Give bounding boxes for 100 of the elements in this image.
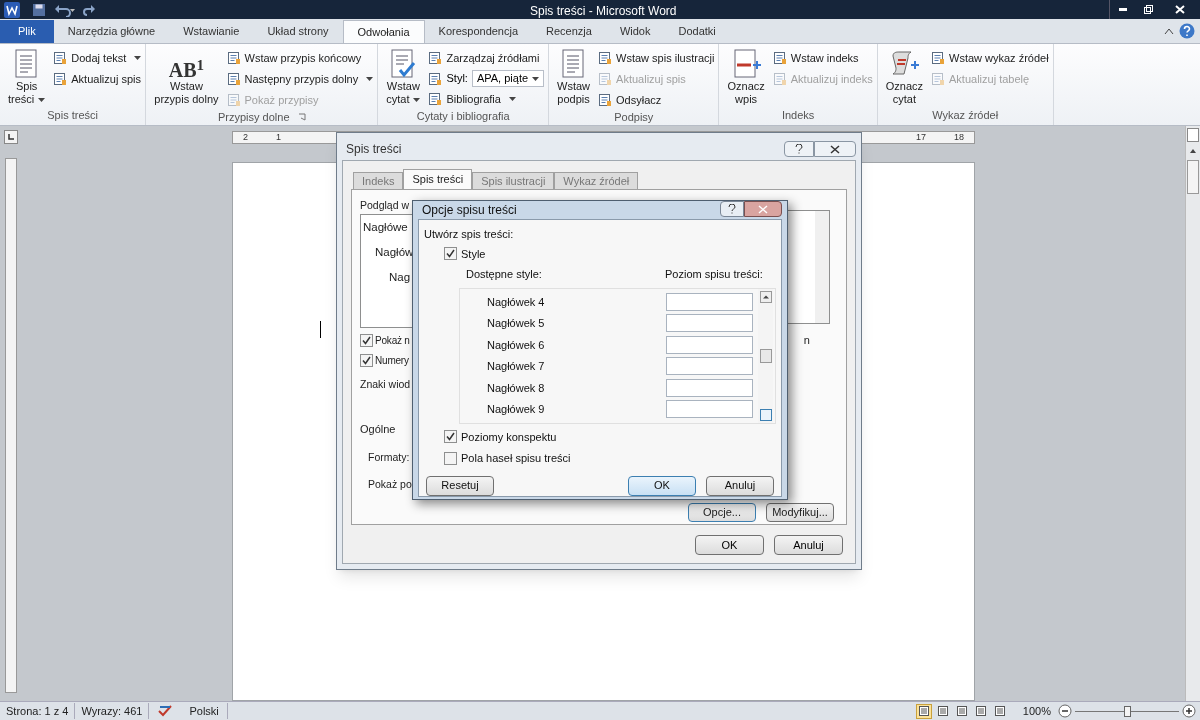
word-count[interactable]: Wyrazy: 461 <box>75 702 150 720</box>
level-field[interactable] <box>666 357 753 376</box>
redo-icon[interactable] <box>82 2 96 17</box>
ribbon-button[interactable]: Następny przypis dolny <box>226 70 374 88</box>
zoom-slider[interactable] <box>1075 705 1179 717</box>
help-button[interactable] <box>784 141 814 157</box>
ribbon-button[interactable]: Aktualizuj spis <box>53 70 142 88</box>
ribbon-button[interactable]: Wstaw indeks <box>772 49 873 67</box>
scroll-down-icon[interactable] <box>759 408 772 421</box>
ribbon-button[interactable]: Zarządzaj źródłami <box>428 49 545 67</box>
ribbon-large-button[interactable]: AB$^{1}$ Wstaw przypis dolny <box>150 48 223 109</box>
footnote-icon: AB$^{1}$ <box>168 48 205 80</box>
tab-stop-icon[interactable] <box>4 130 18 144</box>
option-label: n <box>803 332 810 348</box>
style-name: Nagłówek 8 <box>486 380 546 396</box>
checkbox[interactable] <box>360 354 373 368</box>
dialog-button[interactable]: Resetuj <box>426 475 494 496</box>
ribbon-button[interactable]: Wstaw spis ilustracji <box>598 49 715 67</box>
language[interactable]: Polski <box>181 702 228 720</box>
field-label: Formaty: <box>368 449 410 465</box>
scrollbar[interactable] <box>815 211 829 323</box>
section-label: Utwórz spis treści: <box>424 227 515 242</box>
ribbon-tab[interactable]: Narzędzia główne <box>53 20 170 43</box>
help-icon[interactable] <box>1179 23 1195 39</box>
ribbon-button[interactable]: Odsyłacz <box>598 91 715 109</box>
section-label: Ogólne <box>360 422 396 437</box>
ribbon-button[interactable]: Bibliografia <box>428 90 545 108</box>
dialog-launcher-icon[interactable] <box>297 113 306 121</box>
style-name: Nagłówek 7 <box>486 359 546 374</box>
document-icon <box>226 93 241 107</box>
ribbon-button[interactable]: Wstaw przypis końcowy <box>226 49 374 67</box>
ribbon-tab[interactable]: Odwołania <box>342 20 425 43</box>
level-field[interactable] <box>666 378 753 397</box>
document-icon <box>772 51 787 65</box>
checkmark-icon <box>362 335 371 345</box>
document-icon <box>428 92 443 106</box>
scrollbar[interactable] <box>758 288 773 423</box>
ribbon-large-button[interactable]: Oznacz cytat <box>881 48 927 107</box>
checkmark-icon <box>446 432 455 442</box>
level-field[interactable] <box>666 335 753 354</box>
close-button[interactable] <box>814 141 856 157</box>
ruler-toggle-icon[interactable] <box>1187 128 1199 142</box>
dialog-button[interactable]: Anuluj <box>706 475 774 496</box>
caret-icon <box>134 56 142 60</box>
scroll-thumb[interactable] <box>759 348 772 363</box>
scroll-thumb[interactable] <box>1187 160 1199 194</box>
collapse-ribbon-icon[interactable] <box>1164 27 1174 35</box>
checkbox[interactable] <box>444 451 457 465</box>
save-icon[interactable] <box>32 2 46 17</box>
document-icon <box>428 71 443 86</box>
ribbon-button[interactable]: Wstaw wykaz źródeł <box>931 49 1049 67</box>
dialog-button[interactable]: Modyfikuj... <box>766 503 834 522</box>
group-label: Podpisy <box>614 109 654 125</box>
ribbon-large-button[interactable]: Wstaw cytat <box>382 48 425 108</box>
ribbon-tab[interactable]: Widok <box>605 20 665 43</box>
ribbon-tab[interactable]: Recenzja <box>532 20 606 43</box>
minimize-icon <box>1119 8 1127 11</box>
scroll-up-icon[interactable] <box>759 290 772 303</box>
dialog-button[interactable]: OK <box>628 475 696 496</box>
ribbon-large-button[interactable]: Spis treści <box>4 48 50 107</box>
slider-thumb[interactable] <box>1124 705 1131 717</box>
zoom-out-icon[interactable] <box>1058 704 1072 718</box>
checkbox[interactable] <box>444 247 457 261</box>
ribbon-large-button[interactable]: Oznacz wpis <box>723 48 769 107</box>
group-label: Wykaz źródeł <box>932 107 999 123</box>
dialog-button[interactable]: Opcje... <box>688 503 756 522</box>
file-tab[interactable]: Plik <box>0 20 54 43</box>
ribbon-large-button[interactable]: Wstaw podpis <box>553 48 595 109</box>
help-icon <box>728 204 736 214</box>
dialog-tab[interactable]: Spis treści <box>403 169 473 189</box>
preview-heading: Nagłów <box>375 245 414 260</box>
close-icon <box>758 204 768 214</box>
zoom-level[interactable]: 100% <box>1022 702 1051 720</box>
document-icon <box>931 72 945 86</box>
help-icon <box>795 144 803 154</box>
view-button[interactable] <box>915 703 932 719</box>
level-field[interactable] <box>666 314 753 333</box>
proofing-icon[interactable] <box>157 704 174 718</box>
checkmark-icon <box>362 356 371 366</box>
level-field[interactable] <box>666 292 753 311</box>
dialog-button[interactable]: OK <box>695 535 764 555</box>
page-count[interactable]: Strona: 1 z 4 <box>0 702 76 720</box>
style-dropdown[interactable]: APA, piąte <box>471 70 545 87</box>
level-field[interactable] <box>666 400 753 419</box>
document-icon <box>772 72 787 86</box>
dialog-button[interactable]: Anuluj <box>774 535 843 555</box>
checkbox[interactable] <box>444 430 457 444</box>
ribbon-tab[interactable]: Wstawianie <box>169 20 254 43</box>
checkbox[interactable] <box>360 333 373 347</box>
zoom-in-icon[interactable] <box>1182 704 1196 718</box>
close-button[interactable] <box>744 201 782 217</box>
ribbon-button[interactable]: Dodaj tekst <box>53 49 142 67</box>
checkbox-label: Style <box>461 246 486 262</box>
ribbon-tab[interactable]: Układ strony <box>253 20 343 43</box>
help-button[interactable] <box>720 201 744 217</box>
caret-icon <box>532 76 540 81</box>
view-icon <box>937 706 948 716</box>
view-icon <box>956 706 967 716</box>
ribbon-tab[interactable]: Korespondencja <box>424 20 533 43</box>
ribbon-tab[interactable]: Dodatki <box>664 20 730 43</box>
